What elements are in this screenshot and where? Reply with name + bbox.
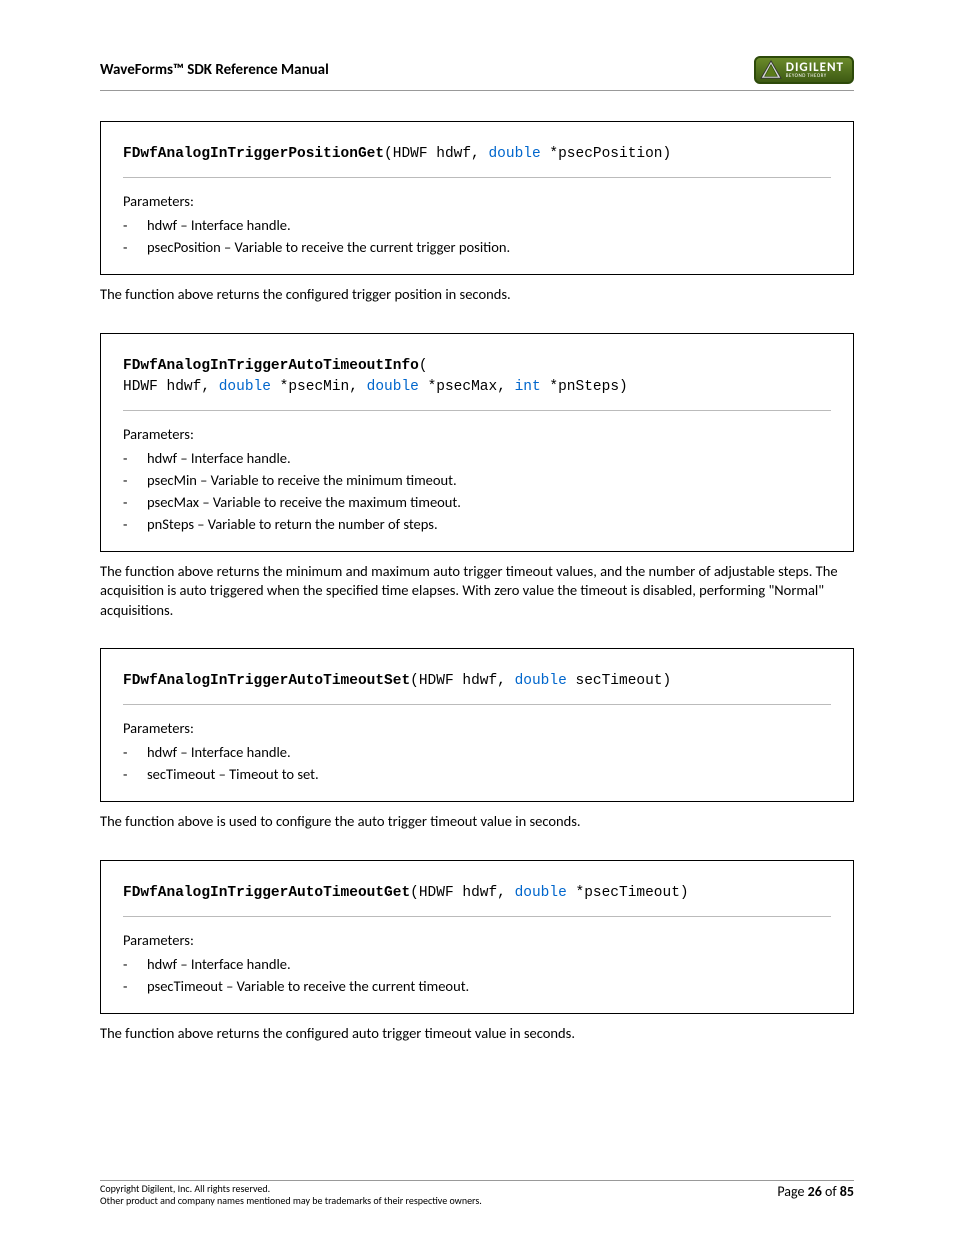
parameter-item: -psecMin – Variable to receive the minim…: [123, 471, 831, 489]
function-description: The function above returns the minimum a…: [100, 562, 854, 621]
parameter-text: psecMin – Variable to receive the minimu…: [147, 471, 457, 489]
parameter-item: -hdwf – Interface handle.: [123, 216, 831, 234]
divider: [123, 704, 831, 705]
parameter-list: -hdwf – Interface handle.-secTimeout – T…: [123, 743, 831, 783]
parameter-text: hdwf – Interface handle.: [147, 216, 291, 234]
dash-icon: -: [123, 238, 147, 256]
dash-icon: -: [123, 471, 147, 489]
parameter-item: -pnSteps – Variable to return the number…: [123, 515, 831, 533]
dash-icon: -: [123, 743, 147, 761]
digilent-logo: DIGILENT BEYOND THEORY: [754, 56, 854, 84]
parameter-text: pnSteps – Variable to return the number …: [147, 515, 438, 533]
function-description: The function above is used to configure …: [100, 812, 854, 832]
page-footer: Copyright Digilent, Inc. All rights rese…: [100, 1180, 854, 1207]
parameter-item: -psecTimeout – Variable to receive the c…: [123, 977, 831, 995]
divider: [123, 410, 831, 411]
page-header: WaveForms™ SDK Reference Manual DIGILENT…: [100, 56, 854, 91]
dash-icon: -: [123, 216, 147, 234]
parameters-label: Parameters:: [123, 931, 831, 949]
function-description: The function above returns the configure…: [100, 285, 854, 305]
dash-icon: -: [123, 515, 147, 533]
parameter-text: secTimeout – Timeout to set.: [147, 765, 319, 783]
doc-title: WaveForms™ SDK Reference Manual: [100, 61, 329, 79]
parameter-list: -hdwf – Interface handle.-psecTimeout – …: [123, 955, 831, 995]
function-signature: FDwfAnalogInTriggerAutoTimeoutInfo(HDWF …: [123, 356, 831, 398]
function-signature: FDwfAnalogInTriggerAutoTimeoutGet(HDWF h…: [123, 883, 831, 904]
function-signature: FDwfAnalogInTriggerAutoTimeoutSet(HDWF h…: [123, 671, 831, 692]
parameter-item: -hdwf – Interface handle.: [123, 743, 831, 761]
footer-trademark: Other product and company names mentione…: [100, 1195, 482, 1207]
function-box: FDwfAnalogInTriggerAutoTimeoutInfo(HDWF …: [100, 333, 854, 552]
parameter-text: psecMax – Variable to receive the maximu…: [147, 493, 461, 511]
parameter-text: psecTimeout – Variable to receive the cu…: [147, 977, 469, 995]
page-number: Page 26 of 85: [777, 1183, 854, 1200]
dash-icon: -: [123, 493, 147, 511]
dash-icon: -: [123, 977, 147, 995]
parameter-item: -hdwf – Interface handle.: [123, 955, 831, 973]
parameter-item: -psecMax – Variable to receive the maxim…: [123, 493, 831, 511]
parameter-text: psecPosition – Variable to receive the c…: [147, 238, 510, 256]
divider: [123, 177, 831, 178]
parameters-label: Parameters:: [123, 719, 831, 737]
function-box: FDwfAnalogInTriggerPositionGet(HDWF hdwf…: [100, 121, 854, 275]
function-description: The function above returns the configure…: [100, 1024, 854, 1044]
parameters-label: Parameters:: [123, 425, 831, 443]
parameters-label: Parameters:: [123, 192, 831, 210]
parameter-text: hdwf – Interface handle.: [147, 955, 291, 973]
divider: [123, 916, 831, 917]
parameter-text: hdwf – Interface handle.: [147, 743, 291, 761]
parameter-item: -hdwf – Interface handle.: [123, 449, 831, 467]
dash-icon: -: [123, 955, 147, 973]
parameter-item: -secTimeout – Timeout to set.: [123, 765, 831, 783]
dash-icon: -: [123, 765, 147, 783]
logo-triangle-icon: [760, 60, 782, 80]
parameter-item: -psecPosition – Variable to receive the …: [123, 238, 831, 256]
parameter-list: -hdwf – Interface handle.-psecMin – Vari…: [123, 449, 831, 533]
function-box: FDwfAnalogInTriggerAutoTimeoutSet(HDWF h…: [100, 648, 854, 802]
dash-icon: -: [123, 449, 147, 467]
parameter-text: hdwf – Interface handle.: [147, 449, 291, 467]
function-box: FDwfAnalogInTriggerAutoTimeoutGet(HDWF h…: [100, 860, 854, 1014]
parameter-list: -hdwf – Interface handle.-psecPosition –…: [123, 216, 831, 256]
function-signature: FDwfAnalogInTriggerPositionGet(HDWF hdwf…: [123, 144, 831, 165]
